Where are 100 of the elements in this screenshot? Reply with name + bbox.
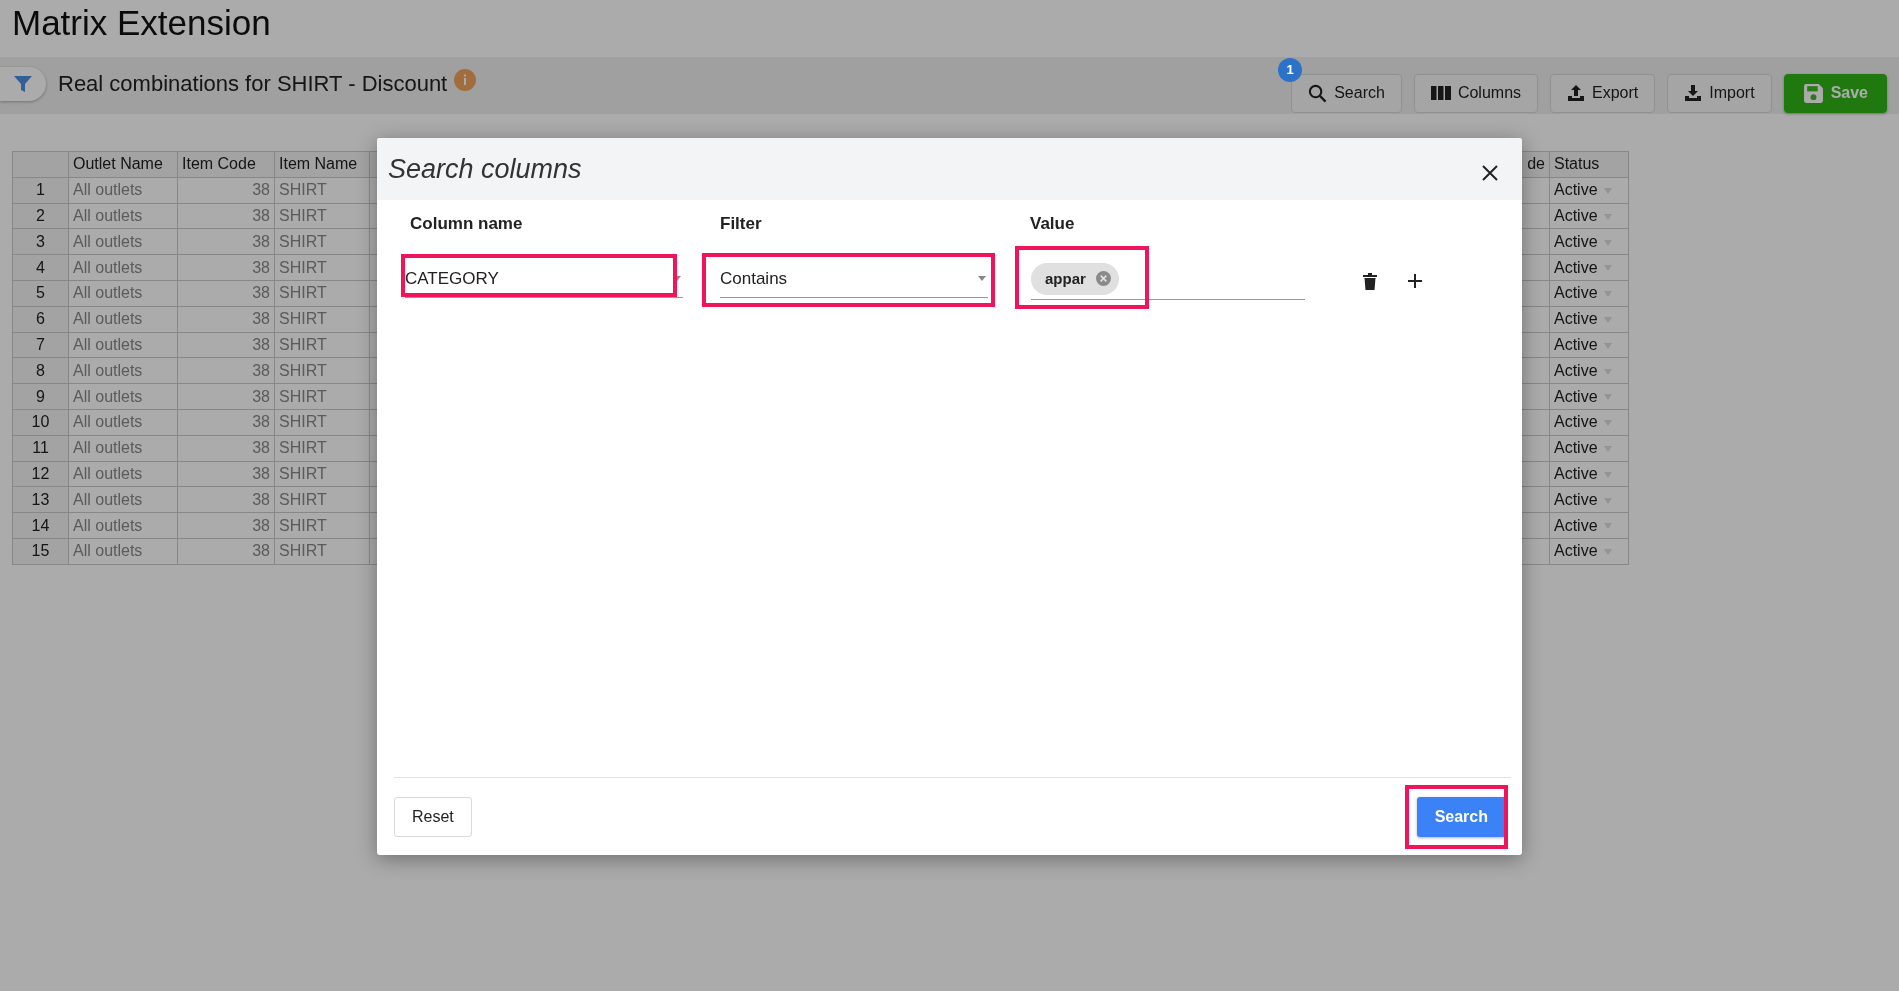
count-badge: 1	[1278, 57, 1303, 82]
table-cell: Active	[1554, 361, 1598, 380]
table-cell: 38	[177, 228, 275, 255]
table-cell: Active	[1554, 258, 1598, 277]
row-number: 7	[12, 332, 69, 358]
filter-toggle[interactable]	[0, 66, 46, 101]
page-title: Matrix Extension	[11, 2, 272, 44]
table-cell: All outlets	[68, 280, 178, 307]
table-cell: Active	[1554, 181, 1598, 200]
table-cell: All outlets	[68, 228, 178, 255]
row-number: 9	[12, 383, 69, 410]
toolbar-button[interactable]: Search	[1291, 73, 1402, 113]
table-cell: SHIRT	[274, 383, 370, 410]
table-cell: All outlets	[68, 254, 178, 281]
table-cell: Active	[1554, 310, 1598, 329]
table-cell: Active	[1554, 413, 1598, 432]
field-label: Column name	[410, 214, 524, 234]
row-number: 8	[12, 357, 69, 384]
columns-icon	[1430, 85, 1451, 101]
table-cell: SHIRT	[274, 435, 370, 462]
funnel-icon	[13, 73, 33, 94]
table-cell: 38	[177, 435, 275, 462]
column-header: Item Name	[274, 151, 370, 178]
table-cell: All outlets	[68, 486, 178, 513]
table-cell: SHIRT	[274, 461, 370, 487]
column-header: Outlet Name	[68, 151, 178, 178]
table-cell: SHIRT	[274, 177, 370, 204]
row-number: 3	[12, 228, 69, 255]
column-select[interactable]: CATEGORY	[405, 260, 683, 298]
table-cell: 38	[177, 203, 275, 229]
column-header: Item Code	[177, 151, 275, 178]
table-cell: All outlets	[68, 357, 178, 384]
table-cell: SHIRT	[274, 228, 370, 255]
table-cell: Active	[1554, 464, 1598, 483]
page-subtitle: Real combinations for SHIRT - Discount	[58, 70, 448, 97]
table-cell: Active	[1554, 207, 1598, 225]
table-cell: 38	[177, 461, 275, 487]
table-cell: 38	[177, 177, 275, 204]
table-cell: SHIRT	[274, 332, 370, 358]
row-number: 6	[12, 306, 69, 333]
row-number: 4	[12, 254, 69, 281]
row-number: 2	[12, 203, 69, 229]
table-cell: Active	[1554, 335, 1598, 354]
table-cell: Active	[1554, 542, 1598, 561]
row-number: 10	[12, 409, 69, 436]
toolbar-button[interactable]: Columns	[1413, 73, 1539, 113]
table-cell: All outlets	[68, 512, 178, 539]
remove-icon[interactable]	[1095, 271, 1111, 286]
row-number: 13	[12, 486, 69, 513]
table-cell: All outlets	[68, 409, 178, 436]
download-icon	[1684, 84, 1703, 102]
table-cell: 38	[177, 486, 275, 513]
table-cell: All outlets	[68, 538, 178, 565]
table-cell: Active	[1554, 439, 1598, 458]
chip-label: appar	[1045, 270, 1086, 287]
row-number: 11	[12, 435, 69, 462]
table-cell: SHIRT	[274, 512, 370, 539]
table-cell: 38	[177, 357, 275, 384]
add-icon[interactable]	[1407, 273, 1423, 289]
dropdown-caret-icon[interactable]	[978, 276, 986, 281]
search-button[interactable]: Search	[1416, 796, 1506, 837]
toolbar-button[interactable]: Export	[1550, 73, 1656, 113]
table-cell: Active	[1554, 232, 1598, 251]
table-cell: All outlets	[68, 435, 178, 462]
column-header: Status	[1549, 151, 1629, 178]
upload-icon	[1567, 84, 1586, 102]
toolbar-button[interactable]: Import	[1667, 73, 1772, 113]
search-icon	[1308, 83, 1328, 103]
table-cell: Active	[1554, 284, 1598, 303]
filter-select[interactable]: Contains	[720, 260, 988, 298]
table-cell: SHIRT	[274, 306, 370, 333]
table-cell: All outlets	[68, 177, 178, 204]
table-cell: 38	[177, 254, 275, 281]
table-cell: Active	[1554, 516, 1598, 535]
dialog-title: Search columns	[388, 153, 582, 185]
table-cell: 38	[177, 332, 275, 358]
reset-button[interactable]: Reset	[394, 796, 472, 837]
info-icon[interactable]	[454, 68, 477, 91]
table-cell: 38	[177, 280, 275, 307]
table-cell: 38	[177, 306, 275, 333]
table-cell: Active	[1554, 387, 1598, 406]
row-number: 1	[12, 177, 69, 204]
table-cell: 38	[177, 409, 275, 436]
field-label: Value	[1030, 214, 1076, 234]
table-cell: All outlets	[68, 332, 178, 358]
table-cell: SHIRT	[274, 486, 370, 513]
table-cell: 38	[177, 383, 275, 410]
table-cell: SHIRT	[274, 254, 370, 281]
row-number: 15	[12, 538, 69, 565]
field-label: Filter	[720, 214, 763, 234]
table-cell: SHIRT	[274, 538, 370, 565]
table-cell: All outlets	[68, 306, 178, 333]
table-cell: SHIRT	[274, 409, 370, 436]
table-cell: All outlets	[68, 203, 178, 229]
table-cell: SHIRT	[274, 203, 370, 229]
value-field[interactable]: appar	[1031, 258, 1305, 300]
table-cell: All outlets	[68, 461, 178, 487]
table-cell: SHIRT	[274, 357, 370, 384]
close-icon[interactable]	[1482, 165, 1498, 181]
trash-icon[interactable]	[1363, 272, 1377, 290]
